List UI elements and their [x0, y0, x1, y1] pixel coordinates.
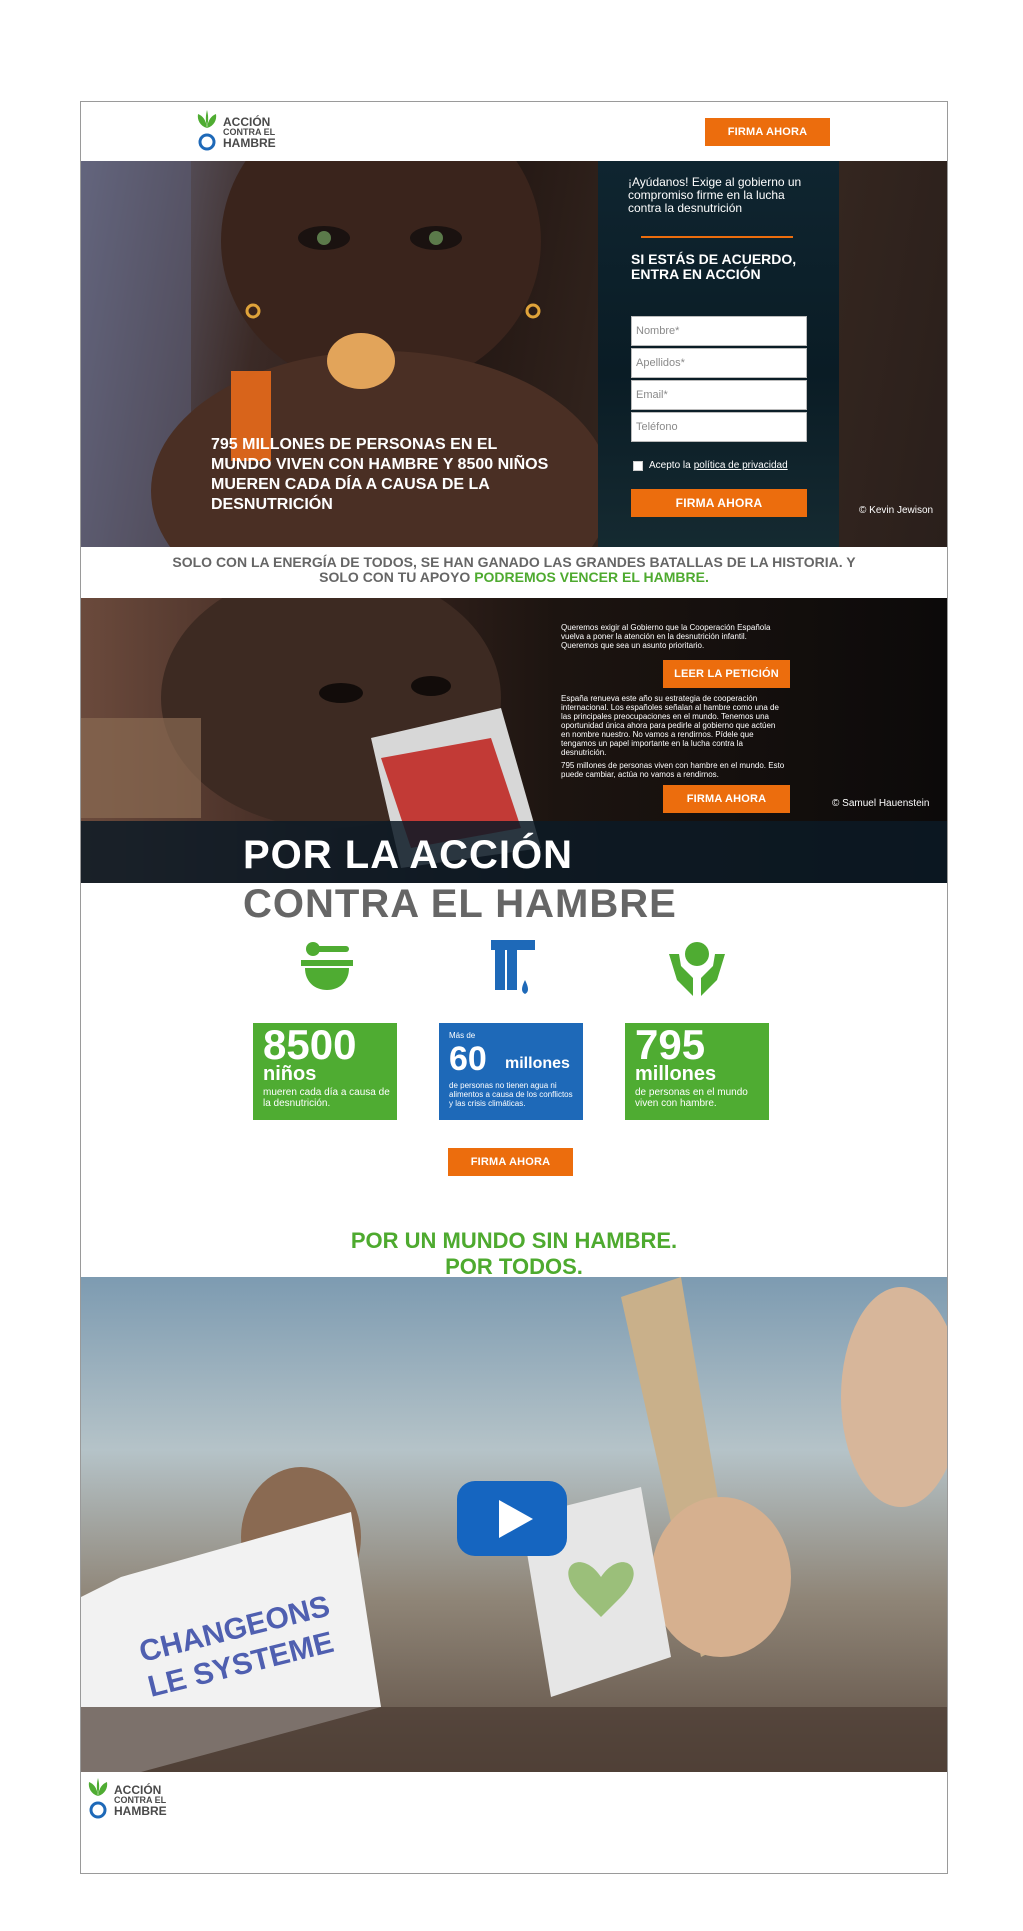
claim-line-1: POR UN MUNDO SIN HAMBRE. — [350, 1228, 678, 1253]
stat-description: de personas no tienen agua ni alimentos … — [449, 1081, 573, 1108]
form-intro: ¡Ayúdanos! Exige al gobierno un compromi… — [628, 175, 802, 215]
signup-form: ¡Ayúdanos! Exige al gobierno un compromi… — [598, 161, 839, 547]
privacy-prefix: Acepto la — [649, 460, 691, 471]
email-field[interactable] — [631, 380, 807, 410]
stat-description: de personas en el mundo viven con hambre… — [635, 1087, 748, 1109]
logo-icon — [196, 110, 218, 154]
petition-paragraph-1: Queremos exigir al Gobierno que la Coope… — [561, 623, 771, 650]
water-tap-icon — [491, 940, 535, 994]
privacy-consent: Acepto la política de privacidad — [633, 460, 788, 471]
stat-number: 8500 — [263, 1021, 357, 1068]
stat-prefix: Más de — [449, 1031, 476, 1040]
petition-paragraph-2: España renueva este año su estrategia de… — [561, 694, 779, 757]
hero-caption: 795 MILLONES DE PERSONAS EN EL MUNDO VIV… — [211, 436, 549, 513]
stat-unit: niños — [263, 1063, 317, 1085]
privacy-policy-link[interactable]: política de privacidad — [694, 460, 788, 471]
privacy-checkbox[interactable] — [633, 460, 643, 471]
logo-icon — [87, 1778, 109, 1822]
stat-description: mueren cada día a causa de la desnutrici… — [263, 1087, 390, 1109]
nombre-field[interactable] — [631, 316, 807, 346]
footer-logo[interactable]: ACCIÓN CONTRA EL HAMBRE — [87, 1778, 167, 1822]
stat-water: Más de 60 millones de personas no tienen… — [439, 1023, 583, 1120]
stat-number: 60 — [449, 1040, 487, 1078]
telefono-field[interactable] — [631, 412, 807, 442]
stat-number: 795 — [635, 1021, 706, 1068]
bowl-icon — [301, 942, 353, 990]
header-logo[interactable]: ACCIÓN CONTRA EL HAMBRE — [196, 110, 276, 154]
petition-sign-button[interactable]: FIRMA AHORA — [663, 785, 790, 813]
hero-section: 795 MILLONES DE PERSONAS EN EL MUNDO VIV… — [81, 161, 947, 547]
logo-wordmark: ACCIÓN CONTRA EL HAMBRE — [114, 1782, 167, 1818]
video-section: CHANGEONS LE SYSTEME — [81, 1277, 947, 1772]
form-title: SI ESTÁS DE ACUERDO, ENTRA EN ACCIÓN — [631, 251, 797, 282]
apellidos-field[interactable] — [631, 348, 807, 378]
stats-sign-button[interactable]: FIRMA AHORA — [448, 1148, 573, 1176]
form-divider — [641, 236, 793, 238]
video-play-button[interactable] — [457, 1481, 567, 1556]
stat-children: 8500 niños mueren cada día a causa de la… — [253, 1023, 397, 1120]
stat-unit: millones — [505, 1055, 570, 1072]
hands-food-icon — [669, 942, 725, 996]
stat-unit: millones — [635, 1063, 717, 1085]
tagline: SOLO CON LA ENERGÍA DE TODOS, SE HAN GAN… — [161, 555, 867, 585]
petition-photo-credit: © Samuel Hauenstein — [832, 798, 930, 809]
headline-line-1: POR LA ACCIÓN — [243, 833, 574, 877]
form-submit-button[interactable]: FIRMA AHORA — [631, 489, 807, 517]
read-petition-button[interactable]: LEER LA PETICIÓN — [663, 660, 790, 688]
closing-claim: POR UN MUNDO SIN HAMBRE. POR TODOS. — [81, 1228, 947, 1280]
headline-line-2: CONTRA EL HAMBRE — [243, 882, 677, 926]
tagline-highlight: PODREMOS VENCER EL HAMBRE. — [474, 569, 709, 585]
header-sign-button[interactable]: FIRMA AHORA — [705, 118, 830, 146]
stat-hunger: 795 millones de personas en el mundo viv… — [625, 1023, 769, 1120]
hero-photo-credit: © Kevin Jewison — [859, 505, 934, 516]
petition-paragraph-3: 795 millones de personas viven con hambr… — [561, 761, 785, 779]
logo-wordmark: ACCIÓN CONTRA EL HAMBRE — [223, 114, 276, 150]
landing-page: ACCIÓN CONTRA EL HAMBRE FIRMA AHORA 795 … — [80, 101, 948, 1874]
